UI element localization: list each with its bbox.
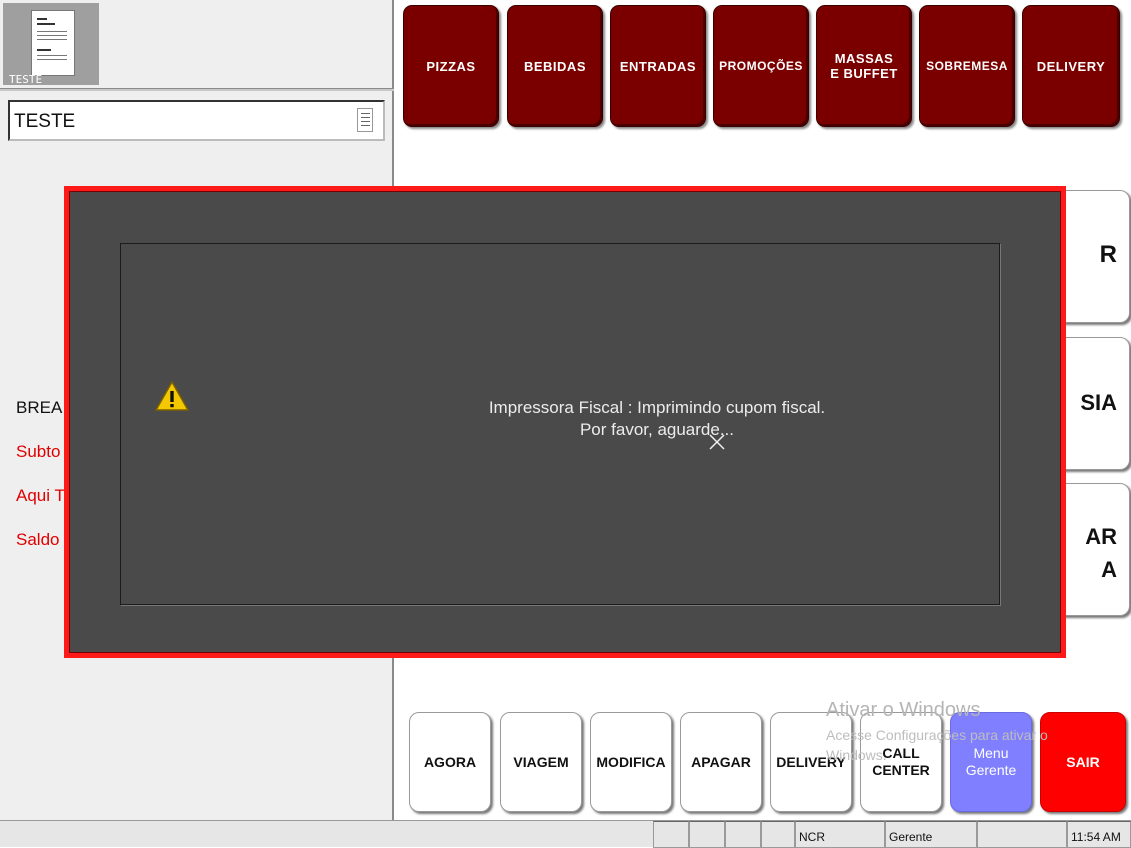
side-action-label: R (1099, 241, 1117, 268)
warning-icon (154, 380, 190, 411)
category-massas-buffet-button[interactable]: MASSAS E BUFFET (816, 5, 912, 127)
order-name-field[interactable]: TESTE (8, 100, 385, 141)
status-cell (977, 821, 1067, 848)
category-promocoes-button[interactable]: PROMOÇÕES (713, 5, 809, 127)
category-sobremesa-button[interactable]: SOBREMESA (919, 5, 1015, 127)
status-bar: NCR Gerente 11:54 AM (0, 820, 1131, 848)
status-cell (761, 821, 795, 848)
modifica-button[interactable]: MODIFICA (590, 712, 672, 812)
divider (0, 88, 394, 91)
dialog-message-line1: Impressora Fiscal : Imprimindo cupom fis… (488, 398, 826, 417)
status-cell (653, 821, 689, 848)
category-bebidas-button[interactable]: BEBIDAS (507, 5, 603, 127)
activation-watermark-text: Acesse Configurações para ativar o (826, 727, 1048, 743)
activation-watermark-title: Ativar o Windows (826, 699, 981, 721)
order-line-item: BREA (16, 398, 63, 417)
category-pizzas-button[interactable]: PIZZAS (403, 5, 499, 127)
document-icon (357, 108, 373, 132)
apagar-button[interactable]: APAGAR (680, 712, 762, 812)
viagem-button[interactable]: VIAGEM (500, 712, 582, 812)
status-cell (689, 821, 725, 848)
side-action-label: SIA (1080, 390, 1117, 415)
agora-button[interactable]: AGORA (409, 712, 491, 812)
order-name-text: TESTE (14, 111, 76, 132)
sair-button[interactable]: SAIR (1040, 712, 1126, 812)
side-action-label: AR A (1085, 524, 1117, 582)
order-document-thumbnail[interactable]: TESTE (3, 3, 99, 86)
service-fee-label: Aqui T (16, 486, 65, 505)
activation-watermark-text: Windows. (826, 747, 887, 763)
status-cell (725, 821, 761, 848)
document-label: TESTE (9, 73, 43, 86)
balance-label: Saldo (16, 530, 60, 549)
status-clock: 11:54 AM (1067, 821, 1131, 848)
status-role: Gerente (885, 821, 977, 848)
status-operator: NCR (795, 821, 885, 848)
subtotal-label: Subto (16, 442, 61, 461)
category-delivery-button[interactable]: DELIVERY (1022, 5, 1120, 127)
dialog-message-line2: Por favor, aguarde... (579, 420, 735, 439)
document-icon (31, 10, 75, 76)
category-entradas-button[interactable]: ENTRADAS (610, 5, 706, 127)
close-icon[interactable] (707, 432, 727, 452)
